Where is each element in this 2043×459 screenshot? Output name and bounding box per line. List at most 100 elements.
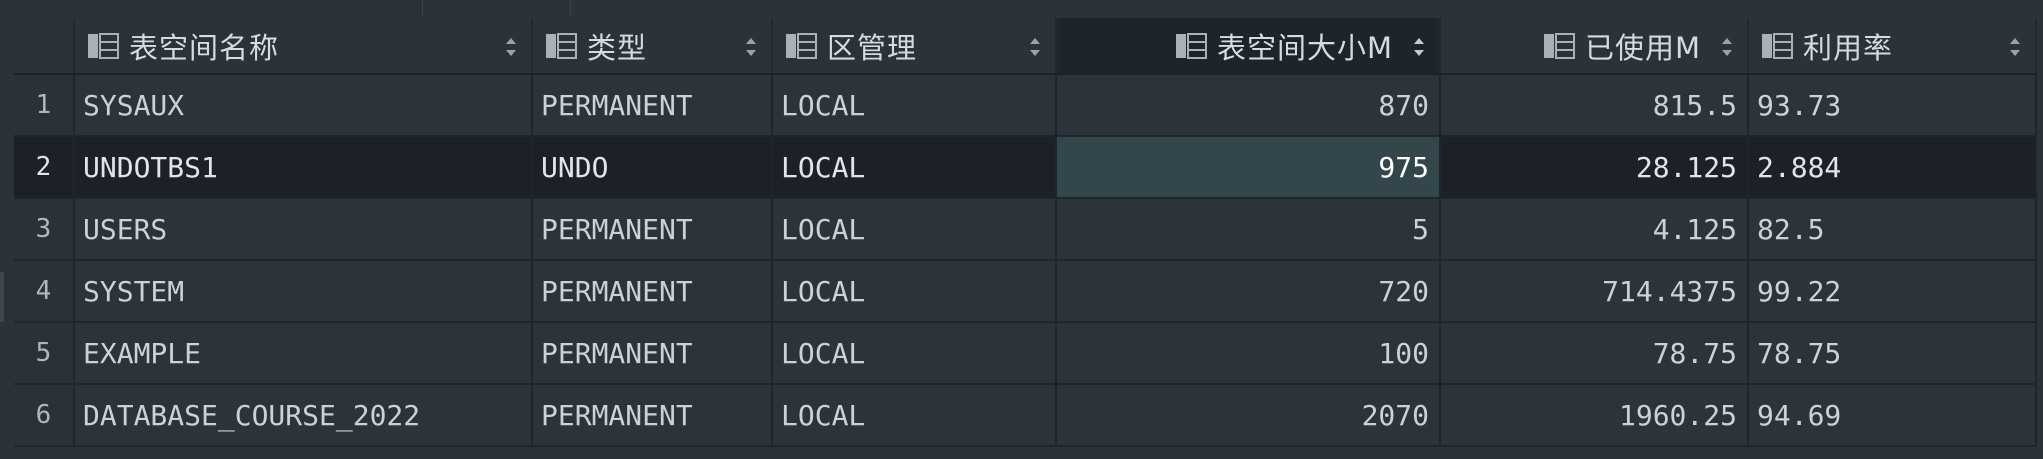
table-row[interactable]: 5 EXAMPLE PERMANENT LOCAL 100 78.75 78.7… [14, 322, 2037, 385]
row-number[interactable]: 4 [14, 260, 75, 323]
cell-name[interactable]: DATABASE_COURSE_2022 [74, 384, 533, 447]
cell-name[interactable]: SYSAUX [74, 74, 533, 137]
cell-used[interactable]: 28.125 [1440, 136, 1749, 199]
column-header-size[interactable]: 表空间大小M [1056, 18, 1441, 75]
row-number[interactable]: 2 [14, 136, 75, 199]
cell-text: 870 [1378, 88, 1429, 122]
column-header-name[interactable]: 表空间名称 [74, 18, 533, 75]
tablespace-result-table: 表空间名称 类型 区管理 表空间大小M 已使用M 利用率 1 SYSAUX PE… [14, 18, 2037, 447]
cell-size[interactable]: 5 [1056, 198, 1441, 261]
cell-text: 4.125 [1652, 212, 1737, 246]
cell-text: DATABASE_COURSE_2022 [83, 398, 421, 432]
sort-toggle-icon[interactable] [1029, 36, 1041, 58]
cell-extent[interactable]: LOCAL [772, 136, 1057, 199]
top-strip-divider [570, 0, 571, 16]
cell-text: LOCAL [781, 336, 866, 370]
cell-text: SYSAUX [83, 88, 185, 122]
column-header-label: 表空间大小M [1216, 30, 1393, 65]
cell-size[interactable]: 2070 [1056, 384, 1441, 447]
column-header-used[interactable]: 已使用M [1440, 18, 1749, 75]
table-column-icon [88, 32, 119, 59]
cell-text: 2070 [1361, 398, 1429, 432]
cell-used[interactable]: 4.125 [1440, 198, 1749, 261]
column-header-label: 已使用M [1584, 30, 1701, 65]
cell-text: 975 [1378, 150, 1429, 184]
column-header-label: 利用率 [1803, 30, 1894, 65]
cell-used[interactable]: 1960.25 [1440, 384, 1749, 447]
cell-size[interactable]: 870 [1056, 74, 1441, 137]
cell-ratio[interactable]: 2.884 [1748, 136, 2037, 199]
cell-text: 93.73 [1757, 88, 1842, 122]
cell-text: UNDOTBS1 [83, 150, 218, 184]
cell-text: 714.4375 [1602, 274, 1737, 308]
cell-extent[interactable]: LOCAL [772, 198, 1057, 261]
cell-type[interactable]: UNDO [532, 136, 773, 199]
table-row[interactable]: 3 USERS PERMANENT LOCAL 5 4.125 82.5 [14, 198, 2037, 261]
cell-text: LOCAL [781, 398, 866, 432]
table-row-selected[interactable]: 2 UNDOTBS1 UNDO LOCAL 975 28.125 2.884 [14, 136, 2037, 199]
cell-type[interactable]: PERMANENT [532, 322, 773, 385]
cell-text: 720 [1378, 274, 1429, 308]
cell-ratio[interactable]: 99.22 [1748, 260, 2037, 323]
table-row[interactable]: 6 DATABASE_COURSE_2022 PERMANENT LOCAL 2… [14, 384, 2037, 447]
cell-extent[interactable]: LOCAL [772, 74, 1057, 137]
row-number[interactable]: 5 [14, 322, 75, 385]
cell-ratio[interactable]: 78.75 [1748, 322, 2037, 385]
cell-text: PERMANENT [541, 212, 693, 246]
column-header-extent[interactable]: 区管理 [772, 18, 1057, 75]
cell-used[interactable]: 714.4375 [1440, 260, 1749, 323]
cell-used[interactable]: 78.75 [1440, 322, 1749, 385]
cell-text: 78.75 [1757, 336, 1842, 370]
column-header-ratio[interactable]: 利用率 [1748, 18, 2037, 75]
cell-text: EXAMPLE [83, 336, 202, 370]
row-number[interactable]: 6 [14, 384, 75, 447]
cell-text: PERMANENT [541, 274, 693, 308]
cell-text: 1960.25 [1618, 398, 1737, 432]
left-edge-handle[interactable] [0, 272, 4, 322]
panel-top-strip [0, 0, 2043, 16]
result-grid-panel: 表空间名称 类型 区管理 表空间大小M 已使用M 利用率 1 SYSAUX PE… [0, 0, 2043, 459]
cell-size-active[interactable]: 975 [1056, 136, 1441, 199]
cell-type[interactable]: PERMANENT [532, 74, 773, 137]
sort-toggle-icon[interactable] [505, 36, 517, 58]
cell-name[interactable]: UNDOTBS1 [74, 136, 533, 199]
cell-text: 100 [1378, 336, 1429, 370]
cell-name[interactable]: EXAMPLE [74, 322, 533, 385]
table-row[interactable]: 4 SYSTEM PERMANENT LOCAL 720 714.4375 99… [14, 260, 2037, 323]
cell-text: 99.22 [1757, 274, 1842, 308]
cell-size[interactable]: 100 [1056, 322, 1441, 385]
row-number-header [14, 18, 75, 75]
cell-type[interactable]: PERMANENT [532, 198, 773, 261]
cell-text: 2.884 [1757, 150, 1842, 184]
row-number[interactable]: 1 [14, 74, 75, 137]
column-header-type[interactable]: 类型 [532, 18, 773, 75]
cell-text: 5 [1412, 212, 1429, 246]
cell-ratio[interactable]: 93.73 [1748, 74, 2037, 137]
cell-text: LOCAL [781, 150, 866, 184]
cell-text: 78.75 [1652, 336, 1737, 370]
sort-toggle-icon[interactable] [1721, 36, 1733, 58]
header-row: 表空间名称 类型 区管理 表空间大小M 已使用M 利用率 [14, 18, 2037, 75]
cell-extent[interactable]: LOCAL [772, 384, 1057, 447]
row-number[interactable]: 3 [14, 198, 75, 261]
table-column-icon [1543, 32, 1575, 59]
cell-type[interactable]: PERMANENT [532, 260, 773, 323]
sort-toggle-icon[interactable] [1413, 36, 1425, 58]
column-header-label: 区管理 [827, 30, 918, 65]
cell-size[interactable]: 720 [1056, 260, 1441, 323]
cell-type[interactable]: PERMANENT [532, 384, 773, 447]
sort-toggle-icon[interactable] [2009, 36, 2021, 58]
table-row[interactable]: 1 SYSAUX PERMANENT LOCAL 870 815.5 93.73 [14, 74, 2037, 137]
cell-ratio[interactable]: 82.5 [1748, 198, 2037, 261]
cell-extent[interactable]: LOCAL [772, 260, 1057, 323]
cell-text: 82.5 [1757, 212, 1825, 246]
cell-name[interactable]: USERS [74, 198, 533, 261]
cell-used[interactable]: 815.5 [1440, 74, 1749, 137]
cell-extent[interactable]: LOCAL [772, 322, 1057, 385]
sort-toggle-icon[interactable] [745, 36, 757, 58]
column-header-label: 类型 [587, 30, 648, 65]
cell-ratio[interactable]: 94.69 [1748, 384, 2037, 447]
table-column-icon [1762, 32, 1793, 59]
cell-name[interactable]: SYSTEM [74, 260, 533, 323]
cell-text: USERS [83, 212, 168, 246]
